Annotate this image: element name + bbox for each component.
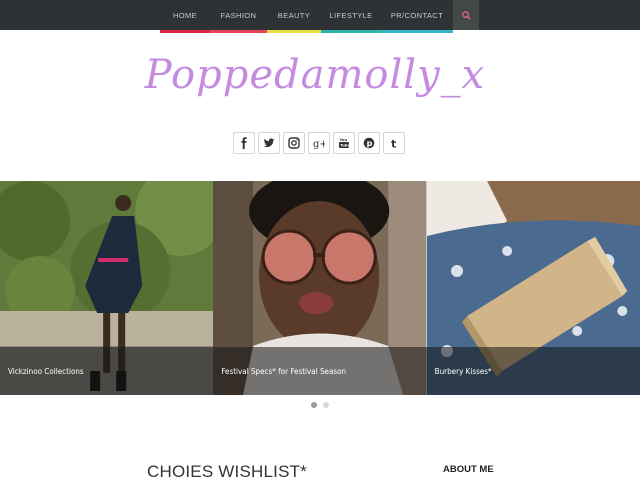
nav-fashion-accent [210,30,267,33]
pinterest-icon: p [363,137,375,149]
nav-fashion-label: FASHION [220,10,257,20]
nav-pr-contact-label: PR/CONTACT [390,10,444,20]
nav-lifestyle-accent [321,30,381,33]
pinterest-button[interactable]: p [358,132,380,154]
svg-text:g+: g+ [313,139,325,149]
slider-pagination [311,402,329,408]
search-button[interactable] [453,0,479,30]
nav-pr-contact-accent [381,30,453,33]
slide-3[interactable]: Burbery Kisses* [426,181,640,395]
slide-1-caption[interactable]: Vickzinoo Collections [0,347,214,395]
nav-beauty-accent [267,30,321,33]
site-logo[interactable]: Poppedamolly_x [145,40,484,110]
instagram-button[interactable] [283,132,305,154]
twitter-icon [263,138,275,148]
sidebar-about-heading: ABOUT ME [443,464,494,475]
nav-lifestyle-label: LIFESTYLE [329,10,373,20]
youtube-button[interactable]: You Tube [333,132,355,154]
nav-beauty[interactable]: BEAUTY [267,0,321,33]
top-navigation: HOME FASHION BEAUTY LIFESTYLE PR/CONTACT [0,0,640,33]
instagram-icon [288,137,300,149]
slide-1[interactable]: Vickzinoo Collections [0,181,214,395]
nav-home-label: HOME [172,10,198,20]
nav-pr-contact[interactable]: PR/CONTACT [381,0,453,33]
featured-slider: Vickzinoo Collections Festival Specs* fo… [0,181,640,395]
search-icon [461,10,471,20]
svg-text:Tube: Tube [340,144,350,148]
facebook-icon [241,137,247,149]
slide-2-caption[interactable]: Festival Specs* for Festival Season [213,347,427,395]
youtube-icon: You Tube [339,137,350,148]
twitter-button[interactable] [258,132,280,154]
tumblr-icon: t [391,138,396,150]
nav-home-accent [160,30,210,33]
nav-beauty-label: BEAUTY [277,10,311,20]
slide-2[interactable]: Festival Specs* for Festival Season [213,181,427,395]
google-plus-icon: g+ [313,139,325,149]
tumblr-button[interactable]: t [383,132,405,154]
svg-text:p: p [367,139,373,148]
nav-menu: HOME FASHION BEAUTY LIFESTYLE PR/CONTACT [160,0,479,33]
slider-dot-2[interactable] [323,402,329,408]
social-links: g+ You Tube p t [233,132,405,154]
nav-fashion[interactable]: FASHION [210,0,267,33]
nav-home[interactable]: HOME [160,0,210,33]
facebook-button[interactable] [233,132,255,154]
svg-text:You: You [339,137,348,142]
post-title[interactable]: CHOIES WISHLIST* [147,462,307,480]
slider-dot-1[interactable] [311,402,317,408]
nav-lifestyle[interactable]: LIFESTYLE [321,0,381,33]
slide-3-caption[interactable]: Burbery Kisses* [426,347,640,395]
google-plus-button[interactable]: g+ [308,132,330,154]
svg-text:t: t [391,138,396,150]
